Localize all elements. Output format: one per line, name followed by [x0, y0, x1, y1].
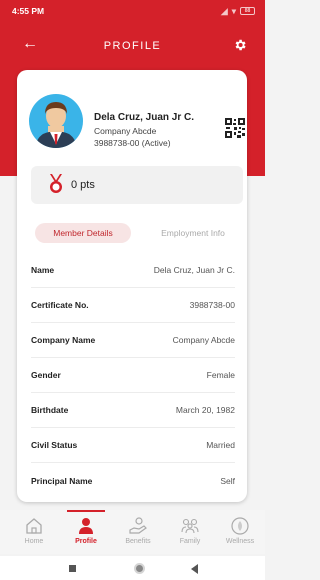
nav-label: Wellness — [225, 538, 255, 545]
profile-icon — [79, 518, 93, 534]
detail-row-birthdate: Birthdate March 20, 1982 — [31, 393, 235, 428]
nav-wellness[interactable]: Wellness — [216, 510, 264, 554]
member-name: Dela Cruz, Juan Jr C. — [94, 112, 195, 123]
profile-card: Dela Cruz, Juan Jr C. Company Abcde 3988… — [17, 70, 247, 502]
nav-benefits[interactable]: Benefits — [114, 510, 162, 554]
home-button-icon[interactable] — [134, 563, 145, 574]
wifi-icon: ▾ — [231, 5, 236, 16]
detail-label: Civil Status — [31, 440, 78, 450]
nav-home[interactable]: Home — [10, 510, 58, 554]
gear-icon[interactable] — [233, 38, 247, 52]
detail-row-company: Company Name Company Abcde — [31, 323, 235, 358]
nav-profile[interactable]: Profile — [62, 510, 110, 554]
detail-value: Married — [206, 440, 235, 450]
family-icon — [181, 518, 199, 534]
nav-label: Family — [179, 538, 201, 545]
recent-apps-icon[interactable] — [69, 565, 76, 572]
avatar — [29, 94, 83, 148]
points-panel[interactable]: 0 pts — [31, 166, 243, 204]
member-certificate-status: 3988738-00 (Active) — [94, 138, 171, 148]
detail-label: Certificate No. — [31, 300, 89, 310]
detail-label: Birthdate — [31, 405, 69, 415]
battery-icon: 88 — [240, 7, 255, 15]
page-title: PROFILE — [103, 40, 162, 52]
nav-label: Benefits — [125, 538, 151, 545]
detail-row-gender: Gender Female — [31, 358, 235, 393]
detail-row-name: Name Dela Cruz, Juan Jr C. — [31, 253, 235, 288]
home-icon — [26, 518, 42, 534]
nav-label: Profile — [75, 538, 97, 545]
wellness-icon — [231, 517, 249, 535]
nav-label: Home — [24, 538, 44, 545]
person-avatar-icon — [35, 102, 77, 148]
detail-value: 3988738-00 — [189, 300, 235, 310]
points-value: 0 pts — [71, 179, 95, 191]
top-app-bar: ← PROFILE — [0, 32, 265, 62]
medal-icon — [50, 174, 62, 193]
system-navigation-bar — [0, 556, 265, 580]
status-bar: 4:55 PM ◢ ▾ 88 — [0, 0, 265, 22]
detail-row-principal: Principal Name Self — [31, 463, 235, 498]
tab-member-details[interactable]: Member Details — [35, 223, 131, 243]
nav-family[interactable]: Family — [166, 510, 214, 554]
detail-row-certificate: Certificate No. 3988738-00 — [31, 288, 235, 323]
detail-row-civil-status: Civil Status Married — [31, 428, 235, 463]
detail-value: Company Abcde — [172, 335, 235, 345]
detail-label: Principal Name — [31, 475, 93, 486]
detail-label: Name — [31, 265, 55, 275]
status-icons: ◢ ▾ 88 — [221, 6, 255, 17]
system-back-icon[interactable] — [191, 564, 198, 574]
status-time: 4:55 PM — [12, 6, 45, 16]
detail-label: Company Name — [31, 335, 96, 345]
detail-label: Gender — [31, 370, 61, 380]
detail-value: Female — [206, 370, 235, 380]
benefits-icon — [129, 517, 147, 534]
member-company: Company Abcde — [94, 126, 157, 136]
tab-employment-info[interactable]: Employment Info — [145, 223, 241, 243]
bottom-navigation: Home Profile Benefits Family Wellness — [0, 510, 265, 554]
qr-code-icon[interactable] — [225, 118, 245, 138]
detail-value: Dela Cruz, Juan Jr C. — [153, 265, 235, 275]
detail-value: March 20, 1982 — [175, 405, 235, 415]
signal-icon: ◢ — [221, 5, 228, 16]
detail-value: Self — [220, 475, 235, 486]
